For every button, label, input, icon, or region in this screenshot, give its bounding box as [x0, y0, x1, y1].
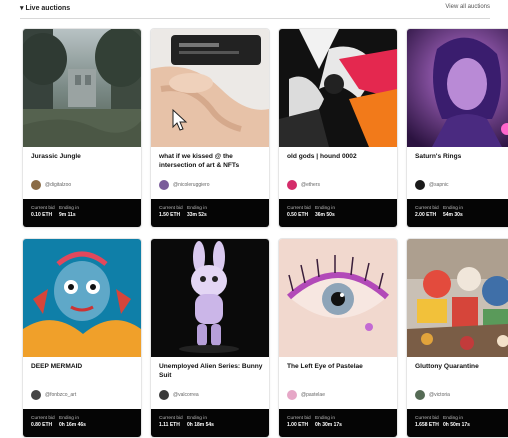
artwork-title[interactable]: DEEP MERMAID: [31, 363, 135, 372]
current-bid-value: 0.10 ETH: [31, 212, 53, 218]
auction-card[interactable]: Jurassic Jungle @digitalzoo Current bid 0…: [22, 28, 142, 228]
avatar: [159, 390, 169, 400]
bid-bar: Current bid 0.10 ETH Ending in 9m 11s: [23, 199, 141, 227]
ending-value: 36m 50s: [315, 212, 335, 218]
ending-value: 0h 16m 46s: [59, 422, 86, 428]
current-bid-value: 1.11 ETH: [159, 422, 180, 428]
artwork-title[interactable]: Jurassic Jungle: [31, 153, 135, 162]
bid-bar: Current bid 2.00 ETH Ending in 54m 30s: [407, 199, 508, 227]
current-bid-label: Current bid: [415, 416, 439, 421]
artwork-image[interactable]: [407, 239, 508, 357]
artwork-title[interactable]: Gluttony Quarantine: [415, 363, 508, 372]
bid-bar: Current bid 1.658 ETH Ending in 0h 50m 17s: [407, 409, 508, 437]
artwork-image[interactable]: [151, 29, 269, 147]
current-bid-label: Current bid: [287, 416, 311, 421]
auction-card[interactable]: old gods | hound 0002 @ethers Current bi…: [278, 28, 398, 228]
avatar: [415, 390, 425, 400]
creator[interactable]: @victoria: [415, 389, 450, 401]
creator[interactable]: @fonbzco_art: [31, 389, 76, 401]
creator[interactable]: @sapnic: [415, 179, 449, 191]
current-bid-value: 1.658 ETH: [415, 422, 439, 428]
current-bid-label: Current bid: [287, 206, 311, 211]
creator-handle: @valcorrea: [173, 392, 199, 398]
avatar: [287, 180, 297, 190]
ending-label: Ending in: [315, 206, 336, 211]
ending-value: 0h 50m 17s: [443, 422, 470, 428]
ending-label: Ending in: [187, 416, 208, 421]
ending-value: 0h 30m 17s: [315, 422, 342, 428]
creator-handle: @nicoleruggiero: [173, 182, 210, 188]
auction-card[interactable]: what if we kissed @ the intersection of …: [150, 28, 270, 228]
artwork-title[interactable]: Saturn's Rings: [415, 153, 508, 162]
bid-bar: Current bid 1.50 ETH Ending in 33m 52s: [151, 199, 269, 227]
auction-card[interactable]: Gluttony Quarantine @victoria Current bi…: [406, 238, 508, 438]
auction-header: ▾ Live auctions View all auctions: [0, 0, 508, 22]
creator-handle: @ethers: [301, 182, 320, 188]
section-title: ▾ Live auctions: [20, 5, 71, 12]
bid-bar: Current bid 0.50 ETH Ending in 36m 50s: [279, 199, 397, 227]
ending-label: Ending in: [443, 206, 464, 211]
avatar: [159, 180, 169, 190]
bid-bar: Current bid 0.80 ETH Ending in 0h 16m 46s: [23, 409, 141, 437]
divider: [20, 18, 490, 19]
bid-bar: Current bid 1.00 ETH Ending in 0h 30m 17s: [279, 409, 397, 437]
artwork-title[interactable]: old gods | hound 0002: [287, 153, 391, 162]
creator[interactable]: @ethers: [287, 179, 320, 191]
creator-handle: @fonbzco_art: [45, 392, 77, 398]
current-bid-value: 2.00 ETH: [415, 212, 437, 218]
creator-handle: @digitalzoo: [45, 182, 72, 188]
auction-card[interactable]: Saturn's Rings @sapnic Current bid 2.00 E…: [406, 28, 508, 228]
artwork-image[interactable]: [279, 239, 397, 357]
current-bid-value: 1.50 ETH: [159, 212, 181, 218]
mouse-cursor-icon: [172, 109, 188, 131]
ending-value: 33m 52s: [187, 212, 207, 218]
ending-value: 54m 30s: [443, 212, 463, 218]
creator-handle: @pastelae: [301, 392, 325, 398]
artwork-image[interactable]: [407, 29, 508, 147]
avatar: [415, 180, 425, 190]
artwork-title[interactable]: what if we kissed @ the intersection of …: [159, 153, 263, 170]
ending-value: 0h 18m 54s: [187, 422, 214, 428]
ending-label: Ending in: [59, 416, 80, 421]
artwork-image[interactable]: [151, 239, 269, 357]
current-bid-value: 1.00 ETH: [287, 422, 309, 428]
bid-bar: Current bid 1.11 ETH Ending in 0h 18m 54s: [151, 409, 269, 437]
creator[interactable]: @nicoleruggiero: [159, 179, 209, 191]
auction-card[interactable]: DEEP MERMAID @fonbzco_art Current bid 0.8…: [22, 238, 142, 438]
current-bid-label: Current bid: [159, 416, 183, 421]
ending-label: Ending in: [187, 206, 208, 211]
artwork-image[interactable]: [279, 29, 397, 147]
artwork-image[interactable]: [23, 29, 141, 147]
current-bid-label: Current bid: [31, 206, 55, 211]
avatar: [31, 390, 41, 400]
auction-card[interactable]: Unemployed Alien Series: Bunny Suit @val…: [150, 238, 270, 438]
current-bid-label: Current bid: [415, 206, 439, 211]
creator[interactable]: @valcorrea: [159, 389, 199, 401]
ending-value: 9m 11s: [59, 212, 76, 218]
avatar: [31, 180, 41, 190]
current-bid-value: 0.50 ETH: [287, 212, 309, 218]
current-bid-label: Current bid: [159, 206, 183, 211]
ending-label: Ending in: [59, 206, 80, 211]
creator-handle: @sapnic: [429, 182, 449, 188]
ending-label: Ending in: [315, 416, 336, 421]
artwork-title[interactable]: The Left Eye of Pastelae: [287, 363, 391, 372]
avatar: [287, 390, 297, 400]
creator[interactable]: @pastelae: [287, 389, 325, 401]
current-bid-label: Current bid: [31, 416, 55, 421]
creator[interactable]: @digitalzoo: [31, 179, 71, 191]
ending-label: Ending in: [443, 416, 464, 421]
view-all-link[interactable]: View all auctions: [445, 4, 490, 10]
auction-card[interactable]: The Left Eye of Pastelae @pastelae Curre…: [278, 238, 398, 438]
creator-handle: @victoria: [429, 392, 450, 398]
artwork-title[interactable]: Unemployed Alien Series: Bunny Suit: [159, 363, 263, 380]
current-bid-value: 0.80 ETH: [31, 422, 53, 428]
artwork-image[interactable]: [23, 239, 141, 357]
